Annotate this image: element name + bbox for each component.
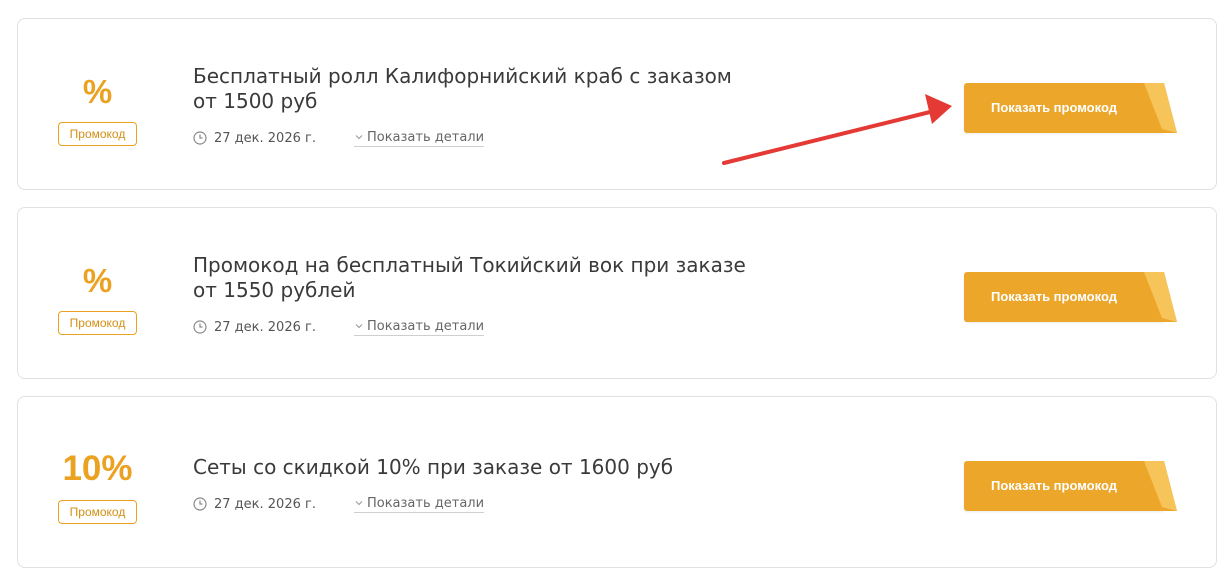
coupon-meta: 27 дек. 2026 г. Показать детали — [193, 129, 485, 147]
show-details-label: Показать детали — [366, 129, 485, 145]
show-details-link[interactable]: Показать детали — [353, 129, 485, 147]
coupon-title: Сеты со скидкой 10% при заказе от 1600 р… — [193, 455, 674, 479]
clock-icon — [193, 320, 207, 334]
coupon-title: Бесплатный ролл Калифорнийский краб с за… — [193, 64, 732, 113]
promo-code-badge: Промокод — [58, 500, 137, 524]
chevron-down-icon — [355, 324, 363, 329]
discount-value: % — [82, 73, 113, 110]
show-promo-code-label: Показать промокод — [991, 289, 1117, 304]
coupon-title: Промокод на бесплатный Токийский вок при… — [193, 253, 746, 302]
folded-corner-icon — [1140, 461, 1177, 511]
show-promo-code-button[interactable]: Показать промокод — [964, 83, 1177, 133]
coupon-card: % Промокод Бесплатный ролл Калифорнийски… — [17, 18, 1217, 190]
promo-code-badge: Промокод — [58, 311, 137, 335]
show-details-label: Показать детали — [366, 318, 485, 334]
coupon-meta: 27 дек. 2026 г. Показать детали — [193, 495, 485, 513]
show-details-link[interactable]: Показать детали — [353, 318, 485, 336]
discount-column: 10% Промокод — [58, 397, 137, 567]
expiry-date: 27 дек. 2026 г. — [214, 496, 316, 512]
chevron-down-icon — [355, 501, 363, 506]
show-details-link[interactable]: Показать детали — [353, 495, 485, 513]
folded-corner-icon — [1140, 272, 1177, 322]
show-promo-code-button[interactable]: Показать промокод — [964, 272, 1177, 322]
coupon-card: 10% Промокод Сеты со скидкой 10% при зак… — [17, 396, 1217, 568]
clock-icon — [193, 497, 207, 511]
show-promo-code-button[interactable]: Показать промокод — [964, 461, 1177, 511]
expiry-date: 27 дек. 2026 г. — [214, 130, 316, 146]
show-details-label: Показать детали — [366, 495, 485, 511]
discount-value: 10% — [62, 449, 133, 488]
promo-code-badge: Промокод — [58, 122, 137, 146]
coupon-meta: 27 дек. 2026 г. Показать детали — [193, 318, 485, 336]
folded-corner-icon — [1140, 83, 1177, 133]
clock-icon — [193, 131, 207, 145]
expiry-date: 27 дек. 2026 г. — [214, 319, 316, 335]
show-promo-code-label: Показать промокод — [991, 478, 1117, 493]
show-promo-code-label: Показать промокод — [991, 100, 1117, 115]
discount-value: % — [82, 262, 113, 299]
coupon-list: % Промокод Бесплатный ролл Калифорнийски… — [0, 0, 1221, 584]
discount-column: % Промокод — [58, 208, 137, 378]
chevron-down-icon — [355, 135, 363, 140]
discount-column: % Промокод — [58, 19, 137, 189]
coupon-card: % Промокод Промокод на бесплатный Токийс… — [17, 207, 1217, 379]
